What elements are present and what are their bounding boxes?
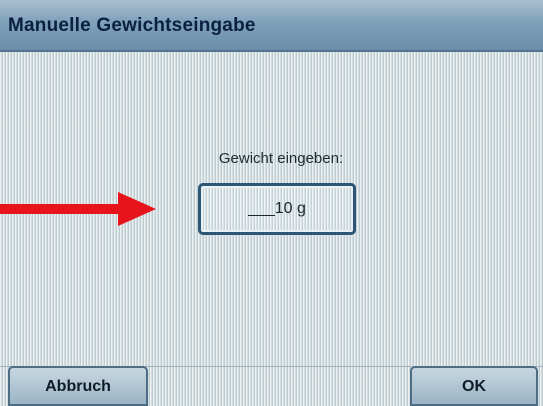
ok-button[interactable]: OK xyxy=(410,366,538,406)
red-arrow-annotation xyxy=(0,192,156,226)
window-title: Manuelle Gewichtseingabe xyxy=(8,15,256,36)
weight-prompt-label: Gewicht eingeben: xyxy=(218,150,344,167)
arrow-head xyxy=(118,192,156,226)
weight-input-field[interactable]: ___10 g xyxy=(198,183,356,235)
arrow-shaft xyxy=(0,204,122,214)
title-bar: Manuelle Gewichtseingabe xyxy=(0,0,543,52)
weight-value: ___10 g xyxy=(248,200,306,217)
cancel-button[interactable]: Abbruch xyxy=(8,366,148,406)
